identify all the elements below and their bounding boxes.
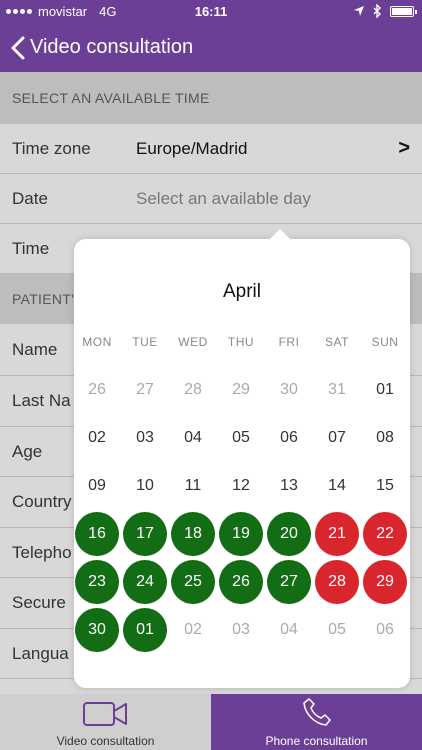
calendar-day-available[interactable]: 30 (75, 608, 119, 652)
calendar-day: 06 (280, 429, 298, 446)
calendar-day-available[interactable]: 20 (267, 512, 311, 556)
chevron-right-icon: > (398, 137, 410, 159)
calendar-day-disabled: 31 (328, 381, 346, 398)
calendar-day-disabled: 03 (232, 621, 250, 638)
location-icon (354, 6, 364, 16)
calendar-day-disabled: 26 (88, 381, 106, 398)
weekday-label: SUN (371, 335, 399, 349)
nav-bar: Video consultation (0, 24, 422, 72)
battery-icon (390, 5, 417, 17)
weekday-label: WED (178, 335, 208, 349)
phone-icon (302, 698, 331, 726)
weekday-label: MON (82, 335, 112, 349)
weekday-label: THU (227, 335, 255, 349)
calendar-day-full: 28 (315, 560, 359, 604)
video-camera-icon (82, 702, 127, 726)
date-placeholder: Select an available day (136, 188, 311, 208)
weekday-label: FRI (278, 335, 300, 349)
calendar-day-disabled: 04 (280, 621, 298, 638)
patient-field-label: Langua (12, 643, 69, 663)
tab-video-label: Video consultation (56, 734, 155, 748)
calendar-day-available[interactable]: 27 (267, 560, 311, 604)
patient-field-label: Telepho (12, 542, 72, 562)
tab-phone-consultation[interactable]: Phone consultation (211, 694, 422, 750)
calendar-day: 10 (136, 477, 154, 494)
calendar-day-disabled: 27 (136, 381, 154, 398)
weekday-label: TUE (132, 335, 158, 349)
calendar-popover: April MON TUE WED THU FRI SAT SUN 26 27 28 29 30 31… (74, 229, 410, 688)
bluetooth-icon (373, 4, 381, 18)
calendar-day: 04 (184, 429, 202, 446)
calendar-day: 08 (376, 429, 394, 446)
patient-field-label: Last Na (12, 391, 71, 410)
calendar-day-available[interactable]: 16 (75, 512, 119, 556)
calendar-day-available[interactable]: 25 (171, 560, 215, 604)
calendar-month-title: April (222, 281, 261, 302)
calendar-day-full: 21 (315, 512, 359, 556)
calendar-day: 03 (136, 429, 154, 446)
calendar-day-available[interactable]: 24 (123, 560, 167, 604)
calendar-day: 11 (184, 477, 202, 494)
date-row[interactable]: Date Select an available day (0, 174, 422, 224)
weekday-header: MON TUE WED THU FRI SAT SUN (74, 335, 410, 351)
patient-field-label: Name (12, 339, 58, 359)
time-zone-value: Europe/Madrid (136, 138, 248, 158)
calendar-day: 07 (328, 429, 346, 446)
calendar-day-disabled: 05 (328, 621, 346, 638)
calendar-day-available[interactable]: 18 (171, 512, 215, 556)
calendar-day-available[interactable]: 23 (75, 560, 119, 604)
calendar-day-disabled: 02 (184, 621, 202, 638)
back-chevron-icon[interactable] (8, 34, 32, 62)
date-label: Date (12, 188, 48, 208)
calendar-day-disabled: 29 (232, 381, 250, 398)
page-title: Video consultation (30, 36, 194, 58)
time-zone-label: Time zone (12, 138, 91, 158)
tab-bar: Video consultation Phone consultation (0, 694, 422, 750)
patient-field-label: Country (12, 492, 72, 511)
calendar-day-available[interactable]: 26 (219, 560, 263, 604)
calendar-day-full: 22 (363, 512, 407, 556)
calendar-day: 05 (232, 429, 250, 446)
time-label: Time (12, 238, 50, 258)
calendar-day-available[interactable]: 01 (123, 608, 167, 652)
calendar-day-disabled: 28 (184, 381, 202, 398)
popover-arrow (270, 229, 290, 239)
calendar-day: 13 (280, 477, 298, 494)
section-header-time: SELECT AN AVAILABLE TIME (0, 72, 422, 124)
patient-field-label: Secure (12, 593, 66, 612)
calendar-day: 14 (328, 477, 346, 494)
calendar-day-full: 29 (363, 560, 407, 604)
calendar-day: 09 (88, 477, 106, 494)
tab-video-consultation[interactable]: Video consultation (0, 694, 211, 750)
calendar-day-available[interactable]: 19 (219, 512, 263, 556)
calendar-day-disabled: 30 (280, 381, 298, 398)
status-bar: movistar 4G 16:11 (0, 0, 422, 24)
time-zone-row[interactable]: Time zone Europe/Madrid > (0, 124, 422, 174)
tab-phone-label: Phone consultation (265, 734, 368, 748)
calendar-day-available[interactable]: 17 (123, 512, 167, 556)
calendar-day: 15 (376, 477, 394, 494)
calendar-day: 12 (232, 477, 250, 494)
weekday-label: SAT (325, 335, 349, 349)
calendar-day: 01 (376, 381, 394, 398)
calendar-day: 02 (88, 429, 106, 446)
patient-field-label: Age (12, 441, 43, 461)
calendar-day-disabled: 06 (376, 621, 394, 638)
